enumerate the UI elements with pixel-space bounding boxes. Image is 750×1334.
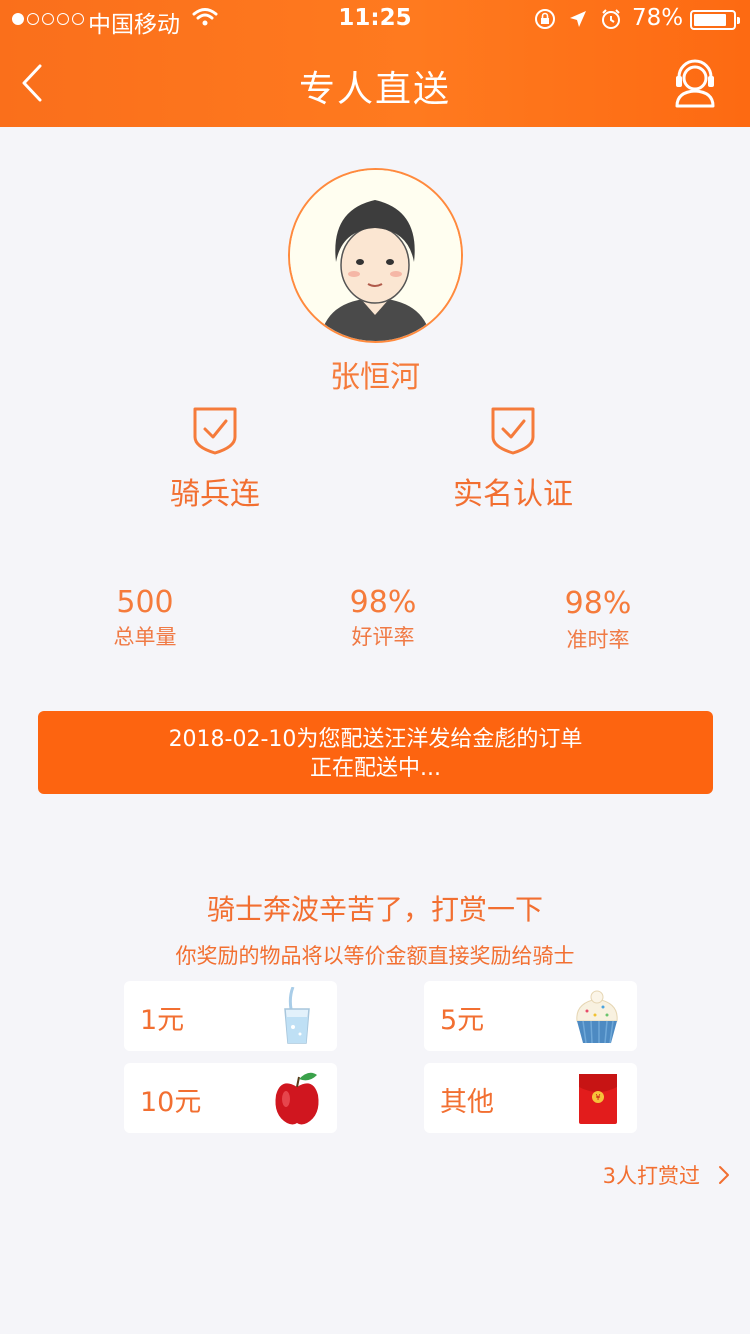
alarm-icon bbox=[602, 9, 620, 29]
stat-caption: 准时率 bbox=[566, 628, 630, 652]
rewarded-count-label: 3人打赏过 bbox=[602, 1164, 700, 1188]
apple-icon bbox=[275, 1072, 319, 1125]
stat-caption: 总单量 bbox=[113, 625, 177, 649]
courier-name: 张恒河 bbox=[330, 360, 420, 395]
headset-icon[interactable] bbox=[672, 58, 718, 108]
stat-value: 98% bbox=[349, 585, 417, 620]
reward-option-other[interactable]: 其他 ¥ bbox=[424, 1063, 637, 1133]
chevron-right-icon bbox=[719, 1166, 729, 1184]
stat-on-time: 98% 准时率 bbox=[498, 586, 698, 654]
reward-title: 骑士奔波辛苦了，打赏一下 bbox=[206, 893, 543, 926]
stat-total-orders: 500 总单量 bbox=[45, 585, 245, 651]
stat-rating: 98% 好评率 bbox=[283, 585, 483, 651]
svg-text:¥: ¥ bbox=[595, 1093, 600, 1102]
order-status-banner[interactable]: 2018-02-10为您配送汪洋发给金彪的订单 正在配送中... bbox=[38, 711, 713, 794]
battery-icon bbox=[690, 10, 740, 30]
shield-check-icon bbox=[193, 407, 237, 455]
reward-amount: 10元 bbox=[140, 1087, 202, 1118]
stat-value: 500 bbox=[116, 585, 174, 620]
status-bar: 中国移动 11:25 78% bbox=[0, 0, 750, 40]
page-title: 专人直送 bbox=[298, 69, 451, 110]
order-banner-line2: 正在配送中... bbox=[310, 756, 441, 781]
reward-amount: 5元 bbox=[440, 1005, 485, 1036]
reward-amount: 1元 bbox=[140, 1005, 185, 1036]
reward-option-1[interactable]: 1元 bbox=[124, 981, 337, 1051]
stat-caption: 好评率 bbox=[351, 625, 415, 649]
orientation-lock-icon bbox=[535, 9, 555, 29]
reward-amount: 其他 bbox=[440, 1087, 494, 1118]
badge-label: 实名认证 bbox=[453, 477, 573, 512]
rewarded-count-link[interactable]: 3人打赏过 bbox=[603, 1160, 730, 1190]
reward-subtitle: 你奖励的物品将以等价金额直接奖励给骑士 bbox=[175, 944, 575, 968]
app-header: 中国移动 11:25 78% 专人直送 bbox=[0, 0, 750, 127]
badge-verified: 实名认证 bbox=[413, 405, 613, 513]
reward-option-5[interactable]: 5元 bbox=[424, 981, 637, 1051]
location-arrow-icon bbox=[570, 11, 586, 27]
battery-percent: 78% bbox=[632, 5, 684, 31]
order-banner-line1: 2018-02-10为您配送汪洋发给金彪的订单 bbox=[168, 727, 583, 752]
water-glass-icon bbox=[284, 987, 310, 1044]
avatar bbox=[288, 168, 463, 343]
red-envelope-icon: ¥ bbox=[579, 1074, 617, 1124]
shield-check-icon bbox=[491, 407, 535, 455]
badge-label: 骑兵连 bbox=[170, 477, 260, 512]
badge-cavalry: 骑兵连 bbox=[115, 405, 315, 513]
cupcake-icon bbox=[576, 990, 618, 1044]
reward-option-10[interactable]: 10元 bbox=[124, 1063, 337, 1133]
stat-value: 98% bbox=[564, 586, 632, 621]
